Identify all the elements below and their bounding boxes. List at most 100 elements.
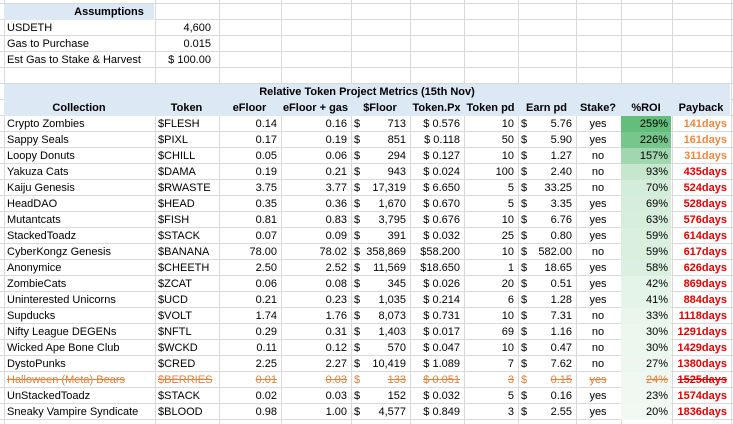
cell-efloor-gas[interactable]: 2.52 xyxy=(281,260,350,276)
cell-payback[interactable]: 617days xyxy=(672,244,730,260)
cell-stake[interactable]: no xyxy=(576,356,620,372)
col-header-token-pd[interactable]: Token pd xyxy=(464,100,517,116)
cell-stake[interactable]: no xyxy=(576,180,620,196)
cell-efloor-gas[interactable]: 0.31 xyxy=(281,324,350,340)
cell-token-pd[interactable]: 5 xyxy=(464,196,517,212)
cell-token[interactable]: $BERRIES xyxy=(155,372,218,388)
col-header-efloor-gas[interactable]: eFloor + gas xyxy=(281,100,350,116)
cell-token-px[interactable]: $ 1.089 xyxy=(410,356,463,372)
cell-collection[interactable]: Yakuza Cats xyxy=(4,164,154,180)
col-header-stake[interactable]: Stake? xyxy=(576,100,620,116)
cell-token[interactable]: $RWASTE xyxy=(155,180,218,196)
cell-efloor[interactable]: 78.00 xyxy=(219,244,280,260)
assumption-value[interactable]: 4,600 xyxy=(155,20,214,36)
cell-token[interactable]: $HEAD xyxy=(155,196,218,212)
col-header-collection[interactable]: Collection xyxy=(4,100,154,116)
cell-efloor-gas[interactable]: 78.02 xyxy=(281,244,350,260)
cell-floor-usd[interactable]: $851 xyxy=(351,132,409,148)
cell-stake[interactable]: no xyxy=(576,324,620,340)
cell-stake[interactable]: no xyxy=(576,340,620,356)
cell-payback[interactable]: 1429days xyxy=(672,340,730,356)
cell-collection[interactable]: Supducks xyxy=(4,308,154,324)
cell-roi-label[interactable]: 70% xyxy=(621,180,671,196)
cell-token-px[interactable]: $ 6.650 xyxy=(410,180,463,196)
cell-roi-label[interactable]: 59% xyxy=(621,228,671,244)
cell-efloor[interactable]: 0.19 xyxy=(219,164,280,180)
cell-floor-usd[interactable]: $1,403 xyxy=(351,324,409,340)
cell-stake[interactable]: yes xyxy=(576,388,620,404)
cell-earn-pd[interactable]: $6.76 xyxy=(518,212,575,228)
cell-payback[interactable]: 1836days xyxy=(672,404,730,420)
cell-efloor[interactable]: 0.11 xyxy=(219,340,280,356)
cell-efloor-gas[interactable]: 2.27 xyxy=(281,356,350,372)
cell-payback[interactable]: 161days xyxy=(672,132,730,148)
cell-roi-label[interactable]: 42% xyxy=(621,276,671,292)
cell-token-pd[interactable]: 69 xyxy=(464,324,517,340)
cell-token-px[interactable]: $ 0.670 xyxy=(410,196,463,212)
cell-token-px[interactable]: $ 0.214 xyxy=(410,292,463,308)
cell-token-px[interactable]: $18.650 xyxy=(410,260,463,276)
cell-token[interactable]: $STACK xyxy=(155,388,218,404)
cell-payback[interactable]: 614days xyxy=(672,228,730,244)
cell-roi-label[interactable]: 58% xyxy=(621,260,671,276)
cell-stake[interactable]: yes xyxy=(576,372,620,388)
cell-token[interactable]: $STACK xyxy=(155,228,218,244)
cell-roi-label[interactable]: 30% xyxy=(621,324,671,340)
cell-token-px[interactable]: $ 0.849 xyxy=(410,404,463,420)
cell-floor-usd[interactable]: $391 xyxy=(351,228,409,244)
cell-floor-usd[interactable]: $10,419 xyxy=(351,356,409,372)
cell-efloor-gas[interactable]: 0.06 xyxy=(281,148,350,164)
cell-payback[interactable]: 1525days xyxy=(672,372,730,388)
cell-token-pd[interactable]: 3 xyxy=(464,404,517,420)
cell-payback[interactable]: 1118days xyxy=(672,308,730,324)
cell-efloor[interactable]: 0.14 xyxy=(219,116,280,132)
cell-token[interactable]: $PIXL xyxy=(155,132,218,148)
cell-stake[interactable]: yes xyxy=(576,116,620,132)
cell-earn-pd[interactable]: $0.80 xyxy=(518,228,575,244)
cell-efloor[interactable]: 0.01 xyxy=(219,372,280,388)
cell-floor-usd[interactable]: $713 xyxy=(351,116,409,132)
cell-efloor-gas[interactable]: 0.08 xyxy=(281,276,350,292)
cell-token[interactable]: $WCKD xyxy=(155,340,218,356)
cell-floor-usd[interactable]: $1,670 xyxy=(351,196,409,212)
cell-collection[interactable]: Nifty League DEGENs xyxy=(4,324,154,340)
cell-stake[interactable]: no xyxy=(576,244,620,260)
assumption-label[interactable]: Gas to Purchase xyxy=(4,36,154,52)
cell-payback[interactable]: 869days xyxy=(672,276,730,292)
assumption-label[interactable]: Est Gas to Stake & Harvest xyxy=(4,52,154,68)
cell-roi-label[interactable]: 93% xyxy=(621,164,671,180)
cell-earn-pd[interactable]: $1.27 xyxy=(518,148,575,164)
cell-efloor[interactable]: 0.81 xyxy=(219,212,280,228)
cell-token-px[interactable]: $ 0.118 xyxy=(410,132,463,148)
cell-floor-usd[interactable]: $3,795 xyxy=(351,212,409,228)
cell-collection[interactable]: Wicked Ape Bone Club xyxy=(4,340,154,356)
cell-token-pd[interactable]: 50 xyxy=(464,132,517,148)
cell-collection[interactable]: Sneaky Vampire Syndicate xyxy=(4,404,154,420)
cell-efloor[interactable]: 0.98 xyxy=(219,404,280,420)
cell-roi-label[interactable]: 157% xyxy=(621,148,671,164)
cell-payback[interactable]: 884days xyxy=(672,292,730,308)
cell-efloor[interactable]: 2.25 xyxy=(219,356,280,372)
cell-earn-pd[interactable]: $3.35 xyxy=(518,196,575,212)
cell-collection[interactable]: Loopy Donuts xyxy=(4,148,154,164)
cell-collection[interactable]: HeadDAO xyxy=(4,196,154,212)
col-header-payback[interactable]: Payback xyxy=(672,100,730,116)
cell-collection[interactable]: ZombieCats xyxy=(4,276,154,292)
cell-token[interactable]: $CRED xyxy=(155,356,218,372)
cell-collection[interactable]: Uninterested Unicorns xyxy=(4,292,154,308)
cell-stake[interactable]: yes xyxy=(576,276,620,292)
cell-earn-pd[interactable]: $18.65 xyxy=(518,260,575,276)
cell-token[interactable]: $BANANA xyxy=(155,244,218,260)
cell-earn-pd[interactable]: $582.00 xyxy=(518,244,575,260)
cell-stake[interactable]: yes xyxy=(576,212,620,228)
cell-token-px[interactable]: $ 0.051 xyxy=(410,372,463,388)
cell-roi-label[interactable]: 33% xyxy=(621,308,671,324)
cell-collection[interactable]: Kaiju Genesis xyxy=(4,180,154,196)
cell-token-pd[interactable]: 10 xyxy=(464,212,517,228)
cell-floor-usd[interactable]: $133 xyxy=(351,372,409,388)
cell-payback[interactable]: 1574days xyxy=(672,388,730,404)
cell-earn-pd[interactable]: $1.16 xyxy=(518,324,575,340)
col-header-floor-usd[interactable]: $Floor xyxy=(351,100,409,116)
cell-roi-label[interactable]: 27% xyxy=(621,356,671,372)
cell-token-pd[interactable]: 7 xyxy=(464,356,517,372)
